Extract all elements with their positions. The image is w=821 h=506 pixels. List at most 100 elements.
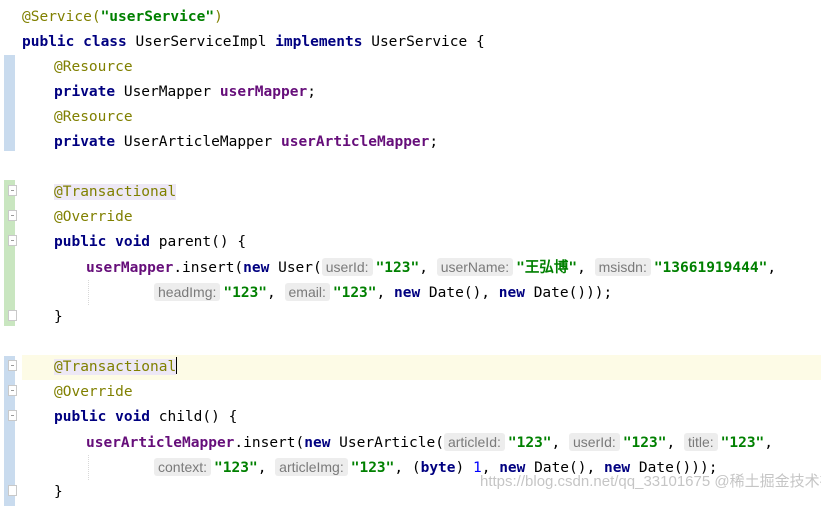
code-text: , [257, 460, 276, 476]
code-line-1[interactable]: @Service("userService") [22, 5, 821, 30]
code-text: child() { [150, 409, 238, 425]
fold-marker-icon[interactable] [8, 360, 17, 371]
annotation: ) [214, 9, 223, 25]
code-text: , [764, 435, 774, 451]
keyword: public void [54, 409, 151, 425]
string-literal: "13661919444" [653, 260, 768, 276]
code-line-5[interactable]: @Resource [22, 105, 821, 130]
change-marker-modified [4, 356, 15, 506]
code-line-10[interactable]: public void parent() { [22, 230, 821, 255]
code-line-2[interactable]: public class UserServiceImpl implements … [22, 30, 821, 55]
annotation: @Service( [22, 9, 101, 25]
code-line-12[interactable]: headImg: "123", email: "123", new Date(), … [22, 280, 821, 305]
code-text: User( [269, 260, 322, 276]
parameter-hint: headImg: [154, 283, 221, 301]
field-name: userMapper [86, 260, 174, 276]
code-text: , ( [394, 460, 421, 476]
code-text: , [376, 285, 394, 301]
code-text: , [767, 260, 777, 276]
fold-marker-icon[interactable] [8, 235, 17, 246]
code-line-11[interactable]: userMapper.insert(new User(userId: "123",… [22, 255, 821, 280]
string-literal: "123" [622, 435, 667, 451]
closing-brace: } [54, 309, 63, 325]
keyword: new [243, 260, 270, 276]
string-literal: "123" [214, 460, 258, 476]
parameter-hint: msisdn: [594, 258, 651, 276]
fold-marker-icon[interactable] [8, 410, 17, 421]
annotation: @Resource [54, 59, 133, 75]
code-line-13[interactable]: } [22, 305, 821, 330]
field-name: userArticleMapper [86, 435, 235, 451]
fold-marker-icon[interactable] [8, 385, 17, 396]
parameter-hint: userId: [321, 258, 373, 276]
code-text: , [267, 285, 285, 301]
parameter-hint: articleId: [443, 433, 505, 451]
annotation: @Resource [54, 109, 133, 125]
parameter-hint: articleImg: [275, 458, 348, 476]
parameter-hint: userName: [436, 258, 514, 276]
keyword: new [393, 285, 421, 301]
code-text: Date(), [420, 285, 499, 301]
fold-marker-icon[interactable] [8, 210, 17, 221]
code-line-18[interactable]: userArticleMapper.insert(new UserArticle… [22, 430, 821, 455]
code-line-16[interactable]: @Override [22, 380, 821, 405]
code-line-3[interactable]: @Resource [22, 55, 821, 80]
code-text: , [577, 260, 595, 276]
code-text: , [666, 435, 684, 451]
change-marker-added [4, 180, 15, 326]
code-line-15-current[interactable]: @Transactional [22, 355, 821, 380]
type-name: UserArticleMapper [115, 134, 281, 150]
string-literal: "123" [720, 435, 765, 451]
fold-marker-icon[interactable] [8, 310, 17, 321]
code-line-17[interactable]: public void child() { [22, 405, 821, 430]
code-text: , [419, 260, 437, 276]
annotation: @Override [54, 384, 133, 400]
code-text: , [551, 435, 569, 451]
keyword: public class [22, 34, 127, 50]
parameter-hint: title: [683, 433, 718, 451]
keyword: private [54, 134, 116, 150]
closing-brace: } [54, 484, 63, 500]
annotation: @Override [54, 209, 133, 225]
string-literal: "123" [223, 285, 268, 301]
fold-marker-icon[interactable] [8, 185, 17, 196]
parameter-hint: context: [154, 458, 212, 476]
code-text: Date())); [524, 285, 613, 301]
keyword: public void [54, 234, 151, 250]
field-name: userMapper [219, 84, 308, 100]
type-name: UserMapper [115, 84, 220, 100]
keyword: implements [275, 34, 363, 50]
parameter-hint: userId: [569, 433, 620, 451]
watermark: https://blog.csdn.net/qq_33101675 @稀土掘金技… [480, 473, 821, 490]
field-name: userArticleMapper [280, 134, 430, 150]
code-line-6[interactable]: private UserArticleMapper userArticleMap… [22, 130, 821, 155]
code-text: parent() { [150, 234, 247, 250]
code-text: ; [429, 134, 439, 150]
annotation: @Transactional [54, 359, 177, 375]
string-literal: "userService" [100, 9, 215, 25]
keyword: new [498, 285, 525, 301]
fold-marker-icon[interactable] [8, 485, 17, 496]
string-literal: "123" [350, 460, 395, 476]
code-text: UserService { [362, 34, 485, 50]
parameter-hint: email: [284, 283, 330, 301]
string-literal: "123" [375, 260, 420, 276]
keyword: private [54, 84, 116, 100]
string-literal: "王弘博" [516, 260, 578, 276]
annotation: @Transactional [54, 184, 177, 200]
code-line-9[interactable]: @Override [22, 205, 821, 230]
code-text: .insert( [173, 260, 244, 276]
text-caret [176, 357, 178, 374]
code-text: UserArticle( [330, 435, 444, 451]
keyword: new [304, 435, 331, 451]
keyword: byte [420, 460, 456, 476]
code-text: ; [307, 84, 316, 100]
code-text: ) [455, 460, 473, 476]
code-line-4[interactable]: private UserMapper userMapper; [22, 80, 821, 105]
code-line-8[interactable]: @Transactional [22, 180, 821, 205]
code-text: .insert( [234, 435, 305, 451]
string-literal: "123" [332, 285, 377, 301]
string-literal: "123" [507, 435, 552, 451]
change-marker-modified [4, 55, 15, 151]
class-name: UserServiceImpl [126, 34, 276, 50]
